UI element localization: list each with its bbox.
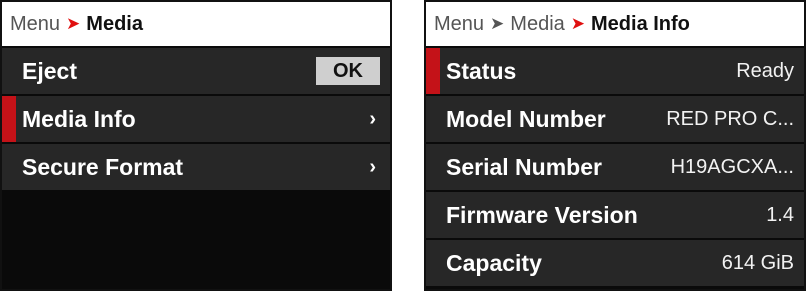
breadcrumb: Menu ➤ Media ➤ Media Info bbox=[426, 2, 804, 46]
breadcrumb-menu[interactable]: Menu bbox=[10, 13, 60, 36]
menu-item-label: Media Info bbox=[22, 105, 136, 132]
info-row-serial-number[interactable]: Serial Number H19AGCXA... bbox=[426, 144, 804, 190]
info-value: RED PRO C... bbox=[666, 107, 794, 130]
media-menu-panel: Menu ➤ Media Eject OK Media Info › Secur… bbox=[0, 0, 392, 291]
breadcrumb-current: Media Info bbox=[591, 12, 690, 35]
menu-item-eject[interactable]: Eject OK bbox=[2, 48, 390, 94]
breadcrumb-media[interactable]: Media bbox=[510, 13, 564, 36]
info-label: Capacity bbox=[446, 249, 542, 276]
info-label: Firmware Version bbox=[446, 201, 638, 228]
menu-item-media-info[interactable]: Media Info › bbox=[2, 96, 390, 142]
info-row-status[interactable]: Status Ready bbox=[426, 48, 804, 94]
breadcrumb-current: Media bbox=[86, 12, 143, 35]
info-label: Status bbox=[446, 57, 517, 84]
chevron-right-icon: › bbox=[369, 107, 376, 130]
selection-indicator bbox=[426, 48, 440, 94]
info-row-model-number[interactable]: Model Number RED PRO C... bbox=[426, 96, 804, 142]
info-row-capacity[interactable]: Capacity 614 GiB bbox=[426, 240, 804, 286]
breadcrumb-menu[interactable]: Menu bbox=[434, 13, 484, 36]
menu-item-label: Secure Format bbox=[22, 153, 184, 180]
menu-item-label: Eject bbox=[22, 57, 77, 84]
chevron-right-icon: ➤ bbox=[66, 14, 81, 33]
chevron-right-icon: ➤ bbox=[570, 14, 586, 33]
ok-button[interactable]: OK bbox=[316, 57, 380, 85]
info-value: 614 GiB bbox=[721, 251, 794, 274]
chevron-right-icon: ➤ bbox=[490, 14, 505, 33]
media-info-panel: Menu ➤ Media ➤ Media Info Status Ready M… bbox=[424, 0, 806, 291]
selection-indicator bbox=[2, 96, 16, 142]
info-value: 1.4 bbox=[766, 203, 794, 226]
info-value: Ready bbox=[736, 59, 794, 82]
info-label: Serial Number bbox=[446, 153, 602, 180]
breadcrumb: Menu ➤ Media bbox=[2, 2, 390, 46]
info-label: Model Number bbox=[446, 105, 606, 132]
chevron-right-icon: › bbox=[369, 155, 376, 178]
info-row-firmware-version[interactable]: Firmware Version 1.4 bbox=[426, 192, 804, 238]
info-value: H19AGCXA... bbox=[670, 155, 794, 178]
menu-item-secure-format[interactable]: Secure Format › bbox=[2, 144, 390, 190]
